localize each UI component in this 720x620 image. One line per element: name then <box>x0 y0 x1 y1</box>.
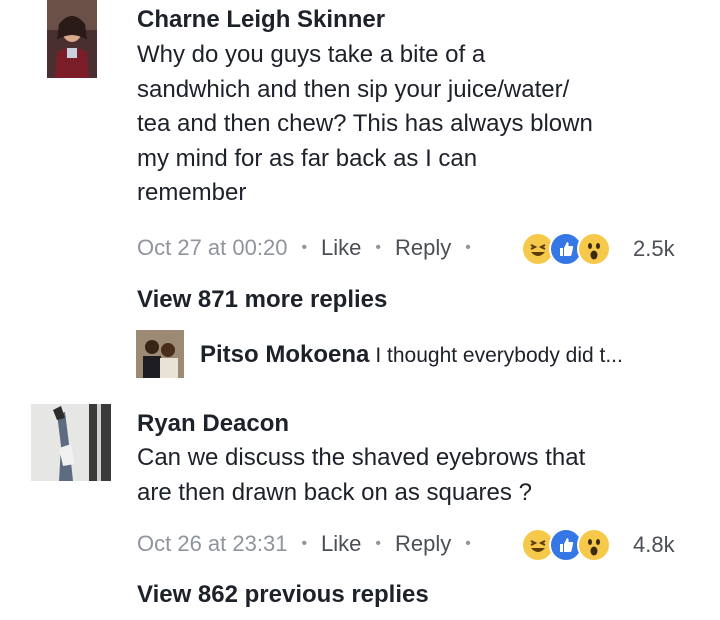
reaction-count[interactable]: 4.8k <box>633 532 675 558</box>
reply-link[interactable]: Reply <box>395 235 451 261</box>
comment-text-line: are then drawn back on as squares ? <box>137 478 532 506</box>
reaction-icons[interactable] <box>521 528 611 562</box>
comment-text-line: Why do you guys take a bite of a <box>137 41 486 68</box>
reply-author[interactable]: Pitso Mokoena <box>200 341 369 368</box>
reaction-icons[interactable] <box>521 232 611 266</box>
comment-text-line: my mind for as far back as I can <box>137 144 478 172</box>
view-previous-replies-link[interactable]: View 862 previous replies <box>137 581 429 609</box>
reply-link[interactable]: Reply <box>395 531 451 557</box>
like-link[interactable]: Like <box>321 531 361 557</box>
avatar[interactable] <box>31 404 111 481</box>
comment-text: Why do you guys take a bite of a sandwhi… <box>137 38 697 211</box>
comment-text-line: sandwhich and then sip your juice/water/ <box>137 75 570 103</box>
like-link[interactable]: Like <box>321 235 361 261</box>
avatar[interactable] <box>47 0 97 78</box>
comment-author[interactable]: Ryan Deacon <box>137 410 289 438</box>
separator-dot: • <box>301 535 308 552</box>
wow-icon <box>577 232 611 266</box>
separator-dot: • <box>375 239 382 256</box>
reply-avatar[interactable] <box>136 330 184 378</box>
reply-preview[interactable]: Pitso Mokoena I thought everybody did t..… <box>200 341 623 369</box>
comment-text-line: Can we discuss the shaved eyebrows that <box>137 444 586 471</box>
reaction-count[interactable]: 2.5k <box>633 236 675 262</box>
view-more-replies-link[interactable]: View 871 more replies <box>137 286 387 314</box>
comment-meta: Oct 26 at 23:31 • Like • Reply • <box>137 531 473 557</box>
reply-text: I thought everybody did t... <box>375 344 623 367</box>
wow-icon <box>577 528 611 562</box>
comment-author[interactable]: Charne Leigh Skinner <box>137 6 385 34</box>
separator-dot: • <box>375 535 382 552</box>
comment-text-line: remember <box>137 179 247 206</box>
comment-text-line: tea and then chew? This has always blown <box>137 110 593 137</box>
comment-meta: Oct 27 at 00:20 • Like • Reply • <box>137 235 473 261</box>
comment-timestamp[interactable]: Oct 26 at 23:31 <box>137 531 287 557</box>
separator-dot: • <box>301 239 308 256</box>
comment-text: Can we discuss the shaved eyebrows that … <box>137 441 697 510</box>
separator-dot: • <box>465 535 471 552</box>
comment-timestamp[interactable]: Oct 27 at 00:20 <box>137 235 287 261</box>
separator-dot: • <box>465 239 471 256</box>
